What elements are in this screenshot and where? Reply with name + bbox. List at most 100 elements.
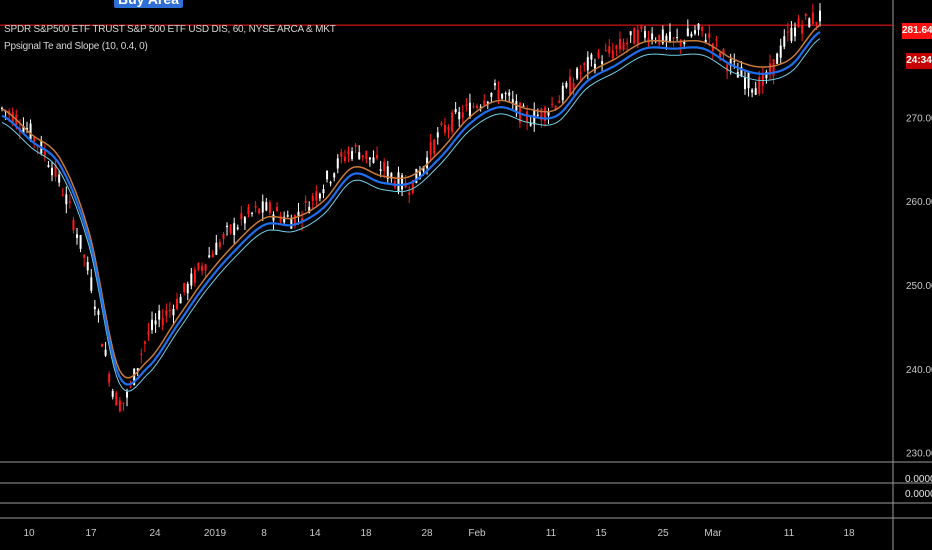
candle-body	[686, 28, 689, 37]
candle-body	[733, 60, 736, 62]
candle-body	[529, 123, 532, 126]
candle-body	[451, 112, 454, 132]
candle-body	[811, 12, 814, 25]
candle-body	[583, 62, 586, 66]
candle-body	[501, 93, 504, 99]
candle-body	[347, 150, 350, 155]
candle-body	[447, 127, 450, 130]
candle-body	[743, 77, 746, 89]
candle-body	[561, 85, 564, 101]
time-tick-label: Feb	[468, 528, 486, 539]
candle-body	[640, 25, 643, 30]
time-tick-label: 15	[595, 528, 607, 539]
candle-body	[211, 253, 214, 258]
candle-body	[690, 33, 693, 37]
candle-body	[618, 38, 621, 50]
time-tick-label: 28	[421, 528, 433, 539]
candle-body	[108, 373, 111, 383]
candle-body	[122, 402, 125, 404]
price-tick-label: 230.00	[906, 449, 932, 460]
candle-body	[793, 27, 796, 37]
candle-body	[65, 194, 68, 205]
candle-body	[786, 31, 789, 33]
candle-body	[68, 201, 71, 203]
candle-body	[604, 49, 607, 51]
candle-body	[490, 93, 493, 97]
candle-body	[315, 191, 318, 201]
candle-body	[586, 57, 589, 71]
candle-body	[222, 234, 225, 239]
candle-body	[118, 400, 121, 412]
candle-body	[551, 103, 554, 105]
candle-body	[629, 31, 632, 36]
candle-body	[101, 344, 104, 347]
candle-body	[783, 36, 786, 47]
candle-body	[801, 25, 804, 34]
candle-body	[165, 310, 168, 316]
price-axis[interactable]: 280.00270.00260.00250.00240.00230.000.00…	[905, 30, 932, 500]
candle-body	[672, 37, 675, 39]
candle-body	[436, 132, 439, 138]
candle-body	[361, 155, 364, 158]
candle-body	[97, 310, 100, 315]
candle-body	[329, 182, 332, 184]
candle-body	[668, 31, 671, 42]
time-tick-label: 14	[309, 528, 321, 539]
candle-body	[286, 215, 289, 217]
candle-body	[429, 142, 432, 156]
candle-body	[615, 45, 618, 50]
price-tick-label: 270.00	[906, 113, 932, 124]
candle-body	[161, 318, 164, 326]
candle-body	[247, 207, 250, 215]
candle-body	[265, 202, 268, 211]
price-tick-label: 260.00	[906, 197, 932, 208]
candle-body	[104, 349, 107, 356]
candle-body	[497, 89, 500, 100]
candle-body	[276, 207, 279, 212]
candle-body	[483, 100, 486, 106]
candle-body	[697, 23, 700, 30]
chart-frame	[0, 0, 932, 550]
symbol-legend[interactable]: SPDR S&P500 ETF TRUST S&P 500 ETF USD DI…	[4, 24, 336, 35]
candle-body	[226, 225, 229, 227]
candle-body	[611, 50, 614, 59]
price-chart[interactable]: 280.00270.00260.00250.00240.00230.000.00…	[0, 0, 932, 550]
candle-body	[597, 51, 600, 58]
indicator-legend[interactable]: Ppsignal Te and Slope (10, 0.4, 0)	[4, 41, 148, 52]
candle-body	[558, 100, 561, 104]
candle-body	[461, 112, 464, 118]
candle-body	[86, 262, 89, 271]
candle-body	[143, 341, 146, 344]
candle-body	[815, 21, 818, 24]
candle-body	[443, 125, 446, 133]
candle-body	[590, 54, 593, 60]
candle-body	[568, 76, 571, 95]
time-tick-label: 8	[261, 528, 267, 539]
time-tick-label: 2019	[204, 528, 227, 539]
sub-pane-value-label: 0.0000	[905, 474, 932, 485]
candle-body	[626, 42, 629, 45]
candle-body	[311, 195, 314, 201]
candle-body	[90, 277, 93, 291]
candle-body	[240, 213, 243, 220]
candle-body	[454, 109, 457, 113]
candle-body	[665, 35, 668, 41]
candle-body	[72, 219, 75, 231]
candle-body	[168, 309, 171, 312]
candle-body	[808, 18, 811, 28]
candle-body	[351, 151, 354, 159]
candle-body	[804, 13, 807, 16]
candle-body	[193, 269, 196, 283]
candle-body	[365, 150, 368, 160]
candle-body	[115, 392, 118, 406]
candle-body	[322, 189, 325, 194]
candle-body	[336, 158, 339, 169]
candle-body	[258, 208, 261, 214]
candle-body	[43, 151, 46, 156]
candle-body	[472, 106, 475, 108]
candle-body	[172, 308, 175, 316]
time-axis[interactable]: 10 17 24 2019 8 14 18 28 Feb 11 15 25 Mar 11 18	[23, 528, 855, 539]
candle-body	[676, 37, 679, 39]
candlestick-series	[1, 3, 821, 413]
candle-body	[579, 72, 582, 75]
